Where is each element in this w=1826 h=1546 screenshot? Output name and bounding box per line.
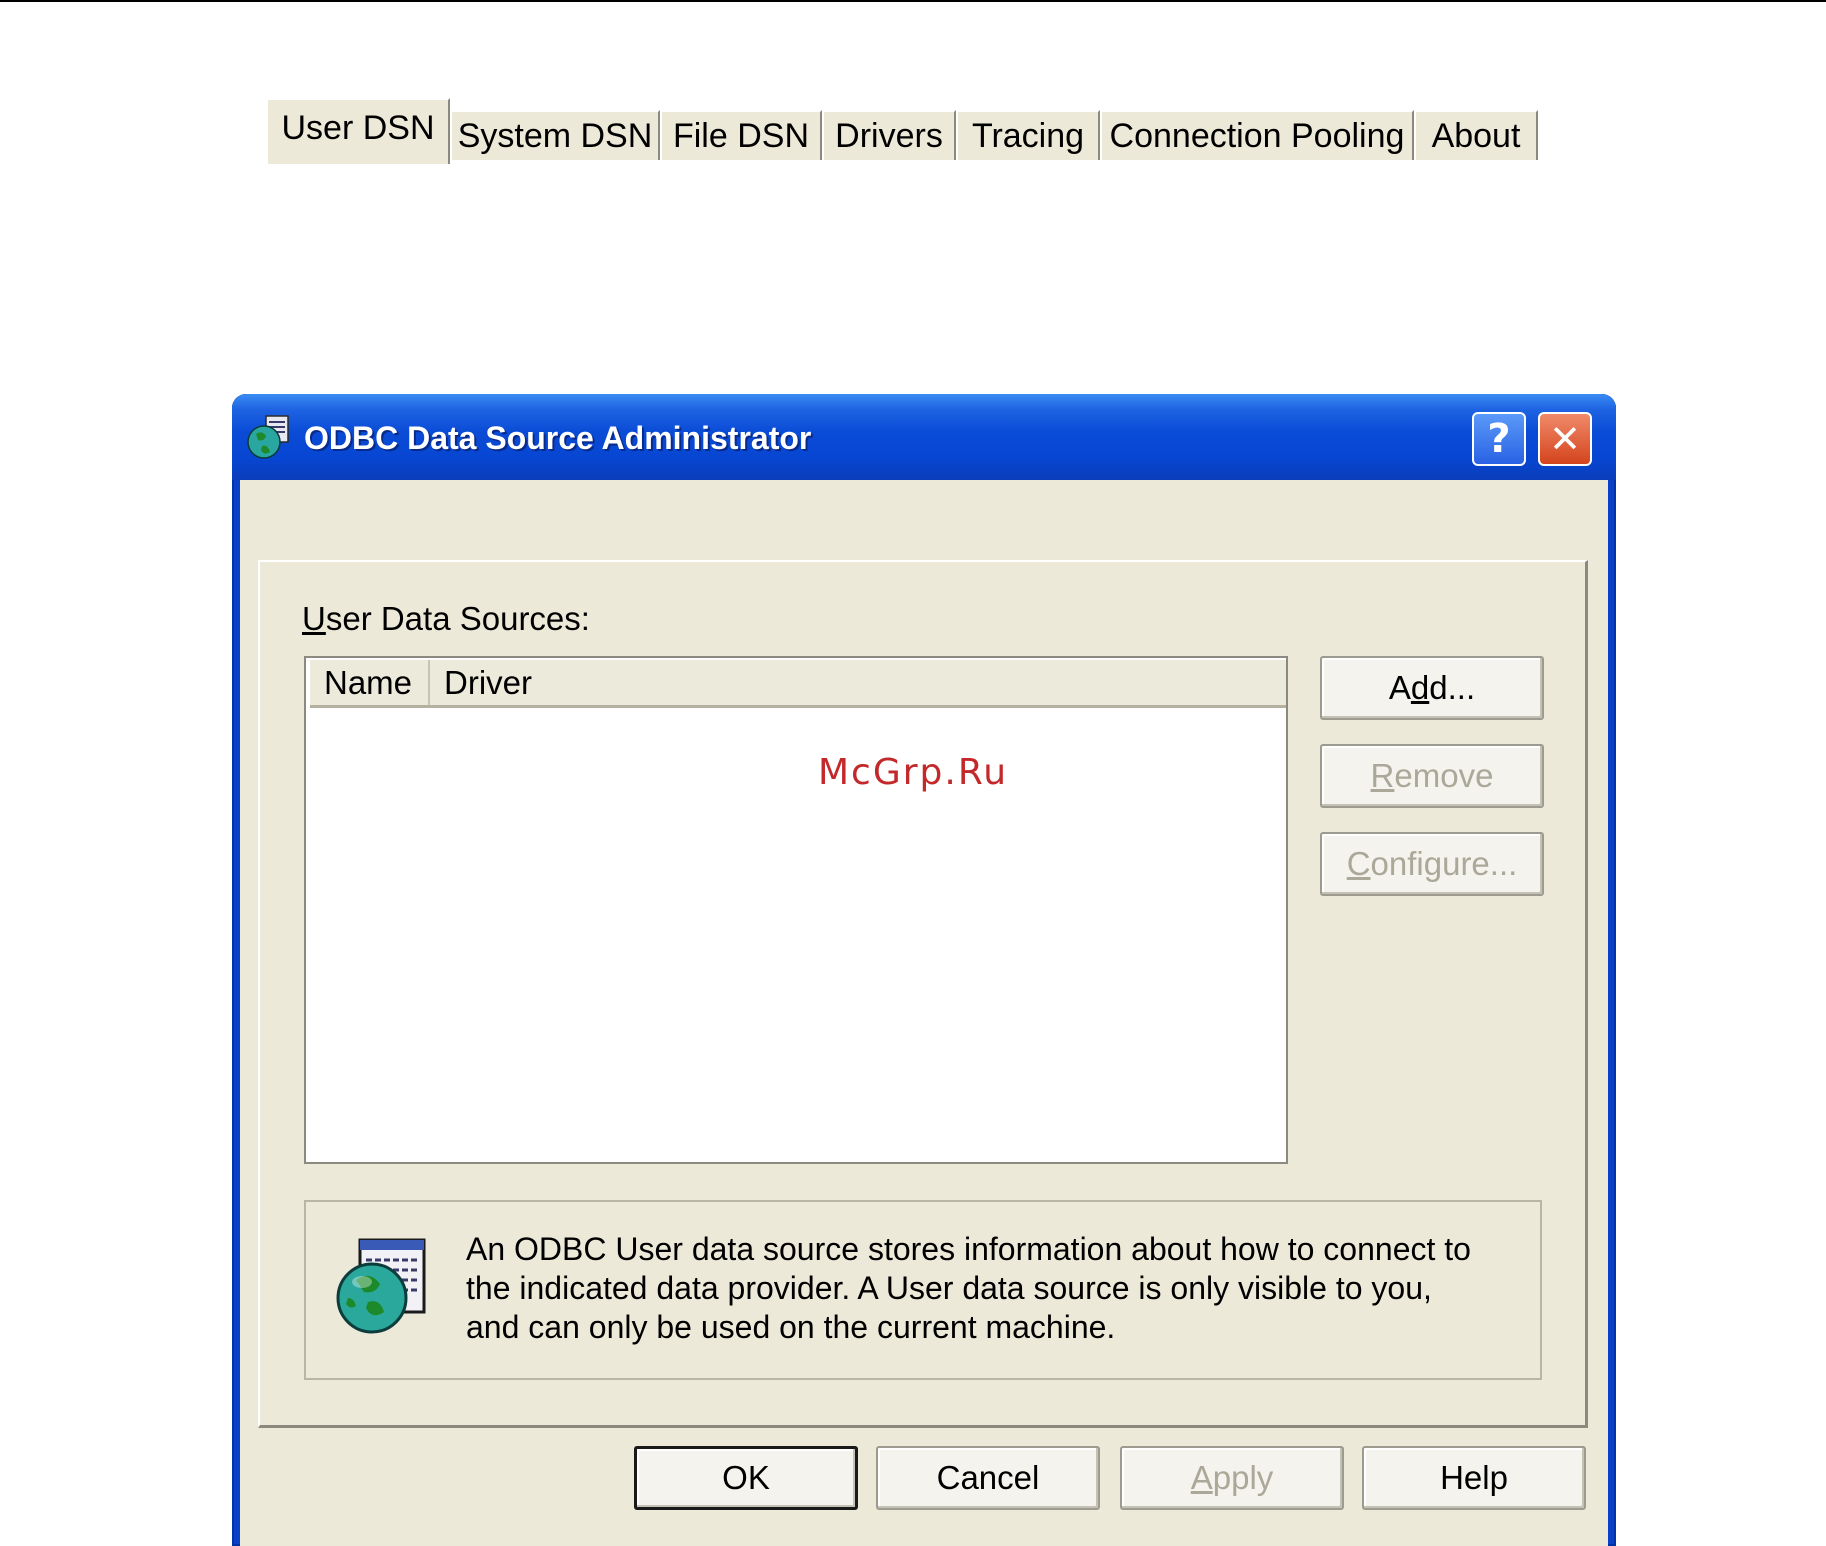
ok-button[interactable]: OK [634,1446,858,1510]
tab-drivers[interactable]: Drivers [822,110,956,160]
odbc-globe-document-icon [336,1238,426,1334]
window-title: ODBC Data Source Administrator [304,420,812,456]
data-sources-list[interactable]: Name Driver [304,656,1288,1164]
cancel-button[interactable]: Cancel [876,1446,1100,1510]
tab-user-dsn[interactable]: User DSN [266,98,450,164]
odbc-globe-icon [247,415,289,459]
tab-file-dsn[interactable]: File DSN [660,110,822,160]
configure-button[interactable]: Configure... [1320,832,1544,896]
column-header-driver[interactable]: Driver [430,660,1286,705]
user-data-sources-label: User Data Sources: [302,600,590,637]
description-line: and can only be used on the current mach… [466,1309,1116,1345]
tab-connection-pooling[interactable]: Connection Pooling [1100,110,1414,160]
remove-button[interactable]: Remove [1320,744,1544,808]
description-line: the indicated data provider. A User data… [466,1270,1432,1306]
close-icon: ✕ [1549,417,1581,461]
tab-tracing[interactable]: Tracing [956,110,1100,160]
page-top-rule [0,0,1826,2]
description-text: An ODBC User data source stores informat… [466,1230,1526,1347]
tab-system-dsn[interactable]: System DSN [450,110,660,160]
apply-button[interactable]: Apply [1120,1446,1344,1510]
column-header-name[interactable]: Name [310,660,430,705]
tab-about[interactable]: About [1414,110,1538,160]
help-title-button[interactable]: ? [1472,412,1526,466]
title-bar[interactable]: ODBC Data Source Administrator ? ✕ [232,394,1616,480]
description-box: An ODBC User data source stores informat… [304,1200,1542,1380]
help-button[interactable]: Help [1362,1446,1586,1510]
list-header: Name Driver [310,660,1286,708]
watermark-text: McGrp.Ru [818,752,1009,793]
close-title-button[interactable]: ✕ [1538,412,1592,466]
add-button[interactable]: Ad d... [1320,656,1544,720]
question-icon: ? [1487,416,1511,462]
description-line: An ODBC User data source stores informat… [466,1231,1471,1267]
